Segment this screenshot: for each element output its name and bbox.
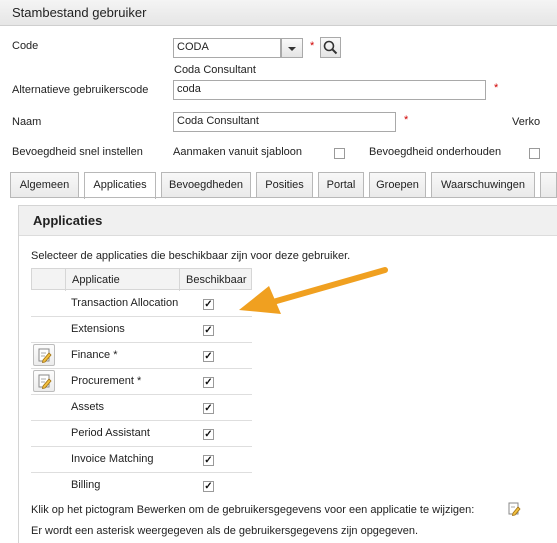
- tab-applicaties[interactable]: Applicaties: [84, 172, 156, 199]
- edit-button[interactable]: [33, 370, 55, 392]
- tab-portal[interactable]: Portal: [318, 172, 364, 198]
- column-header-application: Applicatie: [72, 274, 120, 286]
- application-name: Invoice Matching: [71, 453, 154, 465]
- column-divider: [179, 269, 180, 291]
- tab-divider: [10, 197, 557, 198]
- chevron-down-icon: [288, 47, 296, 51]
- table-row: Extensions ✓: [31, 317, 252, 343]
- edit-button[interactable]: [33, 344, 55, 366]
- available-checkbox[interactable]: ✓: [203, 403, 214, 414]
- tab-overflow[interactable]: [540, 172, 557, 198]
- table-row: Invoice Matching ✓: [31, 447, 252, 473]
- code-search-button[interactable]: [320, 37, 341, 58]
- available-checkbox[interactable]: ✓: [203, 299, 214, 310]
- table-header: Applicatie Beschikbaar: [31, 268, 252, 291]
- name-label: Naam: [12, 116, 42, 128]
- code-label: Code: [12, 40, 39, 52]
- instruction-text: Selecteer de applicaties die beschikbaar…: [31, 250, 351, 262]
- table-row: Billing ✓: [31, 473, 252, 499]
- create-from-template-label: Aanmaken vanuit sjabloon: [173, 146, 303, 158]
- alt-code-label: Alternatieve gebruikerscode: [12, 84, 149, 96]
- table-row: Transaction Allocation ✓: [31, 291, 252, 317]
- tab-bar: Algemeen Applicaties Bevoegdheden Positi…: [10, 172, 557, 199]
- annotation-arrow-icon: [239, 267, 388, 314]
- available-checkbox[interactable]: ✓: [203, 351, 214, 362]
- maintain-auth-label: Bevoegdheid onderhouden: [369, 146, 502, 158]
- application-name: Extensions: [71, 323, 125, 335]
- application-name: Procurement *: [71, 375, 142, 387]
- code-input[interactable]: CODA: [173, 38, 281, 58]
- available-checkbox[interactable]: ✓: [203, 455, 214, 466]
- table-row: Procurement * ✓: [31, 369, 252, 395]
- available-checkbox[interactable]: ✓: [203, 429, 214, 440]
- available-checkbox[interactable]: ✓: [203, 481, 214, 492]
- tab-posities[interactable]: Posities: [256, 172, 313, 198]
- table-row: Period Assistant ✓: [31, 421, 252, 447]
- required-marker: *: [310, 40, 315, 52]
- truncated-label: Verko: [512, 116, 541, 128]
- required-marker: *: [494, 82, 499, 94]
- panel-header: Applicaties: [19, 206, 557, 236]
- create-from-template-checkbox[interactable]: [334, 148, 345, 159]
- quick-auth-label: Bevoegdheid snel instellen: [12, 146, 143, 158]
- application-name: Finance *: [71, 349, 118, 361]
- alt-code-input[interactable]: coda: [173, 80, 486, 100]
- tab-groepen[interactable]: Groepen: [369, 172, 426, 198]
- edit-pencil-icon: [508, 502, 521, 517]
- name-input[interactable]: Coda Consultant: [173, 112, 396, 132]
- maintain-auth-checkbox[interactable]: [529, 148, 540, 159]
- edit-pencil-icon: [38, 348, 52, 364]
- table-row: Assets ✓: [31, 395, 252, 421]
- application-name: Period Assistant: [71, 427, 150, 439]
- code-description: Coda Consultant: [174, 64, 256, 76]
- code-dropdown-button[interactable]: [281, 38, 303, 58]
- application-name: Assets: [71, 401, 105, 413]
- search-icon: [323, 40, 338, 55]
- application-name: Transaction Allocation: [71, 297, 179, 309]
- tab-bevoegdheden[interactable]: Bevoegdheden: [161, 172, 251, 198]
- available-checkbox[interactable]: ✓: [203, 377, 214, 388]
- asterisk-note-text: Er wordt een asterisk weergegeven als de…: [31, 525, 419, 537]
- application-name: Billing: [71, 479, 101, 491]
- column-divider: [65, 269, 66, 291]
- table-row: Finance * ✓: [31, 343, 252, 369]
- tab-waarschuwingen[interactable]: Waarschuwingen: [431, 172, 535, 198]
- window-header: Stambestand gebruiker: [0, 0, 557, 26]
- edit-pencil-icon: [38, 374, 52, 390]
- panel-title: Applicaties: [33, 213, 103, 228]
- available-checkbox[interactable]: ✓: [203, 325, 214, 336]
- edit-instruction-text: Klik op het pictogram Bewerken om de geb…: [31, 504, 475, 516]
- page-title: Stambestand gebruiker: [12, 5, 147, 20]
- required-marker: *: [404, 114, 409, 126]
- tab-algemeen[interactable]: Algemeen: [10, 172, 79, 198]
